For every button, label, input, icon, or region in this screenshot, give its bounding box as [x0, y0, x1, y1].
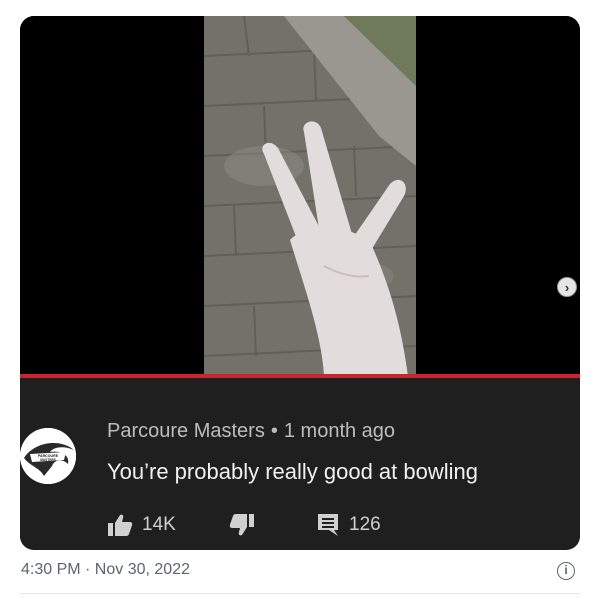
- comment: PARCOURE MASTERS Parcoure Masters • 1 mont…: [20, 378, 580, 550]
- reply-count: 126: [349, 514, 381, 535]
- avatar[interactable]: PARCOURE MASTERS: [20, 428, 76, 484]
- video-thumbnail[interactable]: ›: [20, 16, 580, 378]
- comment-author[interactable]: Parcoure Masters: [107, 420, 265, 442]
- info-icon[interactable]: i: [557, 562, 575, 580]
- chevron-right-icon[interactable]: ›: [557, 277, 577, 297]
- comment-text: You’re probably really good at bowling: [107, 459, 478, 484]
- like-button[interactable]: 14K: [107, 513, 176, 537]
- embedded-media-card: › PARCOURE MASTERS Parcoure Masters • 1 mo…: [20, 16, 580, 550]
- comment-time: 1 month ago: [283, 420, 396, 442]
- parcoure-masters-logo: PARCOURE MASTERS: [20, 428, 76, 484]
- comment-meta: Parcoure Masters • 1 month ago: [107, 420, 395, 443]
- dislike-button[interactable]: [229, 513, 255, 537]
- hand-photo: [204, 16, 416, 376]
- meta-separator: •: [270, 420, 278, 442]
- video-frame: [204, 16, 416, 376]
- svg-text:MASTERS: MASTERS: [40, 458, 56, 462]
- reply-button[interactable]: 126: [317, 513, 381, 537]
- thumbs-down-icon: [229, 514, 254, 536]
- like-count: 14K: [142, 514, 176, 535]
- thumbs-up-icon: [108, 514, 133, 536]
- comment-icon: [318, 514, 338, 536]
- post-timestamp[interactable]: 4:30 PM · Nov 30, 2022: [21, 561, 190, 579]
- divider: [20, 593, 580, 594]
